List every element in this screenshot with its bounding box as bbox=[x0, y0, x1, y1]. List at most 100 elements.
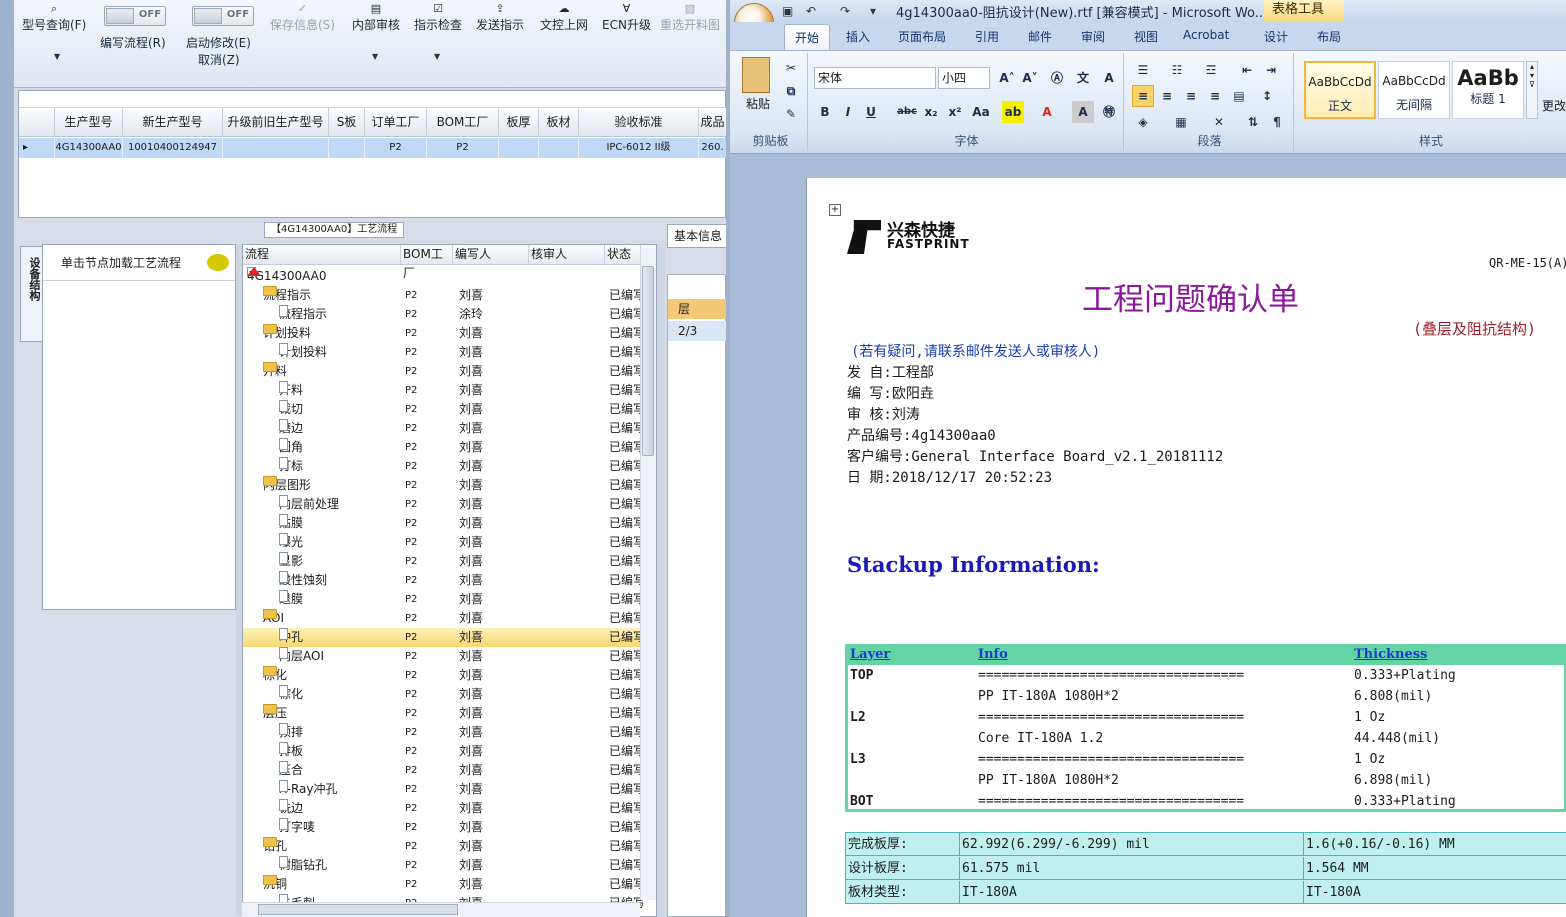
clear-format-icon[interactable]: Ⓐ bbox=[1046, 67, 1068, 89]
numbering-icon[interactable]: ☷ bbox=[1166, 59, 1188, 81]
tree-node[interactable]: 内层AOI bbox=[279, 647, 324, 666]
tree-node[interactable]: −棕化 bbox=[263, 666, 287, 685]
justify-icon[interactable]: ≡ bbox=[1204, 85, 1226, 107]
table-cell[interactable] bbox=[539, 138, 579, 158]
copy-icon[interactable]: ⧉ bbox=[780, 80, 802, 102]
multilevel-list-icon[interactable]: ☲ bbox=[1200, 59, 1222, 81]
tree-node[interactable]: 棕化 bbox=[279, 685, 303, 704]
table-cell[interactable]: P2 bbox=[365, 138, 427, 158]
line-spacing-icon[interactable]: ↕ bbox=[1256, 85, 1278, 107]
tab-mailings[interactable]: 邮件 bbox=[1028, 28, 1052, 45]
tree-row[interactable]: 退膜 P2 刘喜 已编写 bbox=[243, 590, 645, 609]
stackup-cell-layer[interactable]: TOP bbox=[850, 668, 873, 683]
scrollbar-thumb[interactable] bbox=[258, 904, 458, 915]
align-center-icon[interactable]: ≡ bbox=[1156, 85, 1178, 107]
tab-view[interactable]: 视图 bbox=[1134, 28, 1158, 45]
table-cell[interactable]: 260. bbox=[699, 138, 726, 158]
grow-font-icon[interactable]: A˄ bbox=[996, 67, 1018, 89]
tree-node[interactable]: −流程指示 bbox=[263, 286, 311, 305]
tree-node[interactable]: −层压 bbox=[263, 704, 287, 723]
tab-insert[interactable]: 插入 bbox=[846, 28, 870, 45]
col-header[interactable]: 验收标准 bbox=[579, 108, 699, 136]
align-right-icon[interactable]: ≡ bbox=[1180, 85, 1202, 107]
tree-row[interactable]: 曝光 P2 刘喜 已编写 bbox=[243, 533, 645, 552]
tree-node[interactable]: 树脂钻孔 bbox=[279, 856, 327, 875]
tree-row[interactable]: 压合 P2 刘喜 已编写 bbox=[243, 761, 645, 780]
table-cell[interactable] bbox=[499, 138, 539, 158]
tree-row[interactable]: −流程指示P2刘喜已编写 bbox=[243, 286, 645, 305]
col-header[interactable]: 核审人 bbox=[529, 245, 605, 264]
send-instruction-button[interactable]: ⇪ 发送指示 bbox=[476, 2, 524, 33]
tree-node[interactable]: 预排 bbox=[279, 723, 303, 742]
tree-row[interactable]: 内层前处理 P2 刘喜 已编写 bbox=[243, 495, 645, 514]
tab-acrobat[interactable]: Acrobat bbox=[1183, 28, 1229, 42]
tree-node[interactable]: 铣边 bbox=[279, 799, 303, 818]
underline-icon[interactable]: U bbox=[860, 101, 882, 123]
reselect-cutting-button[interactable]: ▨ 重选开料图 bbox=[660, 2, 720, 33]
tree-node[interactable]: 排板 bbox=[279, 742, 303, 761]
font-size-input[interactable]: 小四 bbox=[938, 67, 990, 89]
tree-node[interactable]: 退膜 bbox=[279, 590, 303, 609]
model-query-button[interactable]: ⌕ 型号查询(F) bbox=[22, 2, 86, 33]
chevron-down-icon[interactable]: ▼ bbox=[372, 52, 378, 61]
table-move-handle-icon[interactable]: + bbox=[829, 204, 841, 216]
cut-icon[interactable]: ✂ bbox=[780, 57, 802, 79]
table-cell[interactable]: IPC-6012 II级 bbox=[579, 138, 699, 158]
stackup-cell-info[interactable]: ================================== bbox=[978, 794, 1244, 809]
tree-row[interactable]: −棕化P2刘喜已编写 bbox=[243, 666, 645, 685]
tab-layout[interactable]: 布局 bbox=[1317, 28, 1341, 45]
chevron-down-icon[interactable]: ▾ bbox=[870, 4, 876, 18]
table-cell[interactable]: 完成板厚: bbox=[846, 833, 960, 856]
tree-node[interactable]: −沉铜 bbox=[263, 875, 287, 894]
save-info-button[interactable]: ✓ 保存信息(S) bbox=[270, 2, 335, 33]
internal-review-button[interactable]: ▤ 内部审核 bbox=[352, 2, 400, 33]
col-header[interactable]: 升级前旧生产型号 bbox=[223, 108, 329, 136]
doc-upload-button[interactable]: ☁ 文控上网 bbox=[540, 2, 588, 33]
align-left-icon[interactable]: ≡ bbox=[1132, 85, 1154, 107]
table-cell[interactable] bbox=[223, 138, 329, 158]
table-cell[interactable]: 2/3 bbox=[668, 321, 726, 341]
style-normal[interactable]: AaBbCcDd 正文 bbox=[1304, 61, 1376, 119]
stackup-cell-info[interactable]: ================================== bbox=[978, 668, 1244, 683]
tree-node[interactable]: 曝光 bbox=[279, 533, 303, 552]
tree-row[interactable]: −内层图形P2刘喜已编写 bbox=[243, 476, 645, 495]
italic-icon[interactable]: I bbox=[837, 101, 859, 123]
tree-row[interactable]: 打字唛 P2 刘喜 已编写 bbox=[243, 818, 645, 837]
tree-node[interactable]: 打标 bbox=[279, 457, 303, 476]
select-all-corner[interactable] bbox=[19, 108, 55, 136]
stackup-cell-thk[interactable]: 1 Oz bbox=[1354, 710, 1385, 725]
tree-row[interactable]: −4G14300AA0 bbox=[243, 267, 643, 286]
bullets-icon[interactable]: ☰ bbox=[1132, 59, 1154, 81]
cancel-label[interactable]: 取消(Z) bbox=[198, 51, 240, 68]
stackup-cell-thk[interactable]: 6.898(mil) bbox=[1354, 773, 1432, 788]
table-cell[interactable]: P2 bbox=[427, 138, 499, 158]
paste-icon[interactable] bbox=[742, 57, 770, 93]
tree-node[interactable]: 冲孔 bbox=[279, 628, 303, 647]
tree-row[interactable]: 贴膜 P2 刘喜 已编写 bbox=[243, 514, 645, 533]
tree-node[interactable]: 裁切 bbox=[279, 400, 303, 419]
tree-node[interactable]: −开料 bbox=[263, 362, 287, 381]
scrollbar-thumb[interactable] bbox=[642, 266, 654, 456]
tree-row[interactable]: 圆角 P2 刘喜 已编写 bbox=[243, 438, 645, 457]
chat-bubble-icon[interactable] bbox=[207, 254, 229, 271]
tab-basic-info[interactable]: 基本信息 bbox=[667, 224, 726, 248]
table-cell[interactable]: IT-180A bbox=[960, 881, 1304, 904]
tree-node[interactable]: 压合 bbox=[279, 761, 303, 780]
strikethrough-icon[interactable]: abc bbox=[896, 101, 918, 123]
redo-icon[interactable]: ↷ bbox=[840, 4, 850, 18]
increase-indent-icon[interactable]: ⇥ bbox=[1260, 59, 1282, 81]
tree-node[interactable]: −AOI bbox=[263, 609, 284, 628]
tree-node[interactable]: −计划投料 bbox=[263, 324, 311, 343]
start-modify-toggle[interactable]: OFF bbox=[192, 6, 254, 26]
stackup-cell-info[interactable]: ================================== bbox=[978, 752, 1244, 767]
format-painter-icon[interactable]: ✎ bbox=[780, 103, 802, 125]
tree-row[interactable]: −计划投料P2刘喜已编写 bbox=[243, 324, 645, 343]
table-cell[interactable]: IT-180A bbox=[1304, 881, 1566, 904]
sort-icon[interactable]: ⇅ bbox=[1242, 111, 1264, 133]
bold-icon[interactable]: B bbox=[814, 101, 836, 123]
tree-node[interactable]: 打字唛 bbox=[279, 818, 315, 837]
side-tab-equipment[interactable]: 设备结构 bbox=[20, 246, 42, 342]
col-header[interactable]: 编写人 bbox=[453, 245, 529, 264]
tree-row[interactable]: −层压P2刘喜已编写 bbox=[243, 704, 645, 723]
stackup-cell-thk[interactable]: 6.808(mil) bbox=[1354, 689, 1432, 704]
